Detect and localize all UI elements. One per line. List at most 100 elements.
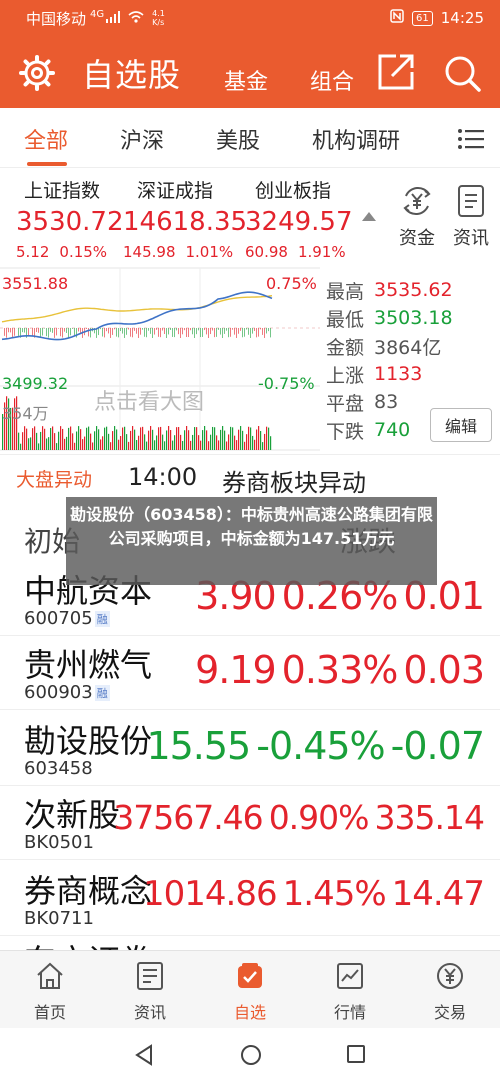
table-row[interactable]: 勘设股份 603458 15.55 -0.45% -0.07 — [0, 710, 500, 786]
breadth-bar — [52, 328, 53, 333]
index-card-shanghai[interactable]: 上证指数 3530.72 5.12 0.15% — [16, 176, 124, 261]
table-row[interactable]: 次新股 BK0501 37567.46 0.90% 335.14 — [0, 784, 500, 860]
tab-shanghai-shenzhen[interactable]: 沪深 — [120, 123, 164, 155]
volume-bar — [196, 427, 198, 450]
stock-values: 15.55 -0.45% -0.07 — [146, 724, 485, 768]
volume-bar — [260, 431, 262, 450]
chart-down-pct-label: -0.75% — [258, 374, 315, 393]
breadth-bar — [190, 328, 191, 331]
stat-label: 平盘 — [326, 392, 365, 415]
breadth-bar — [104, 328, 105, 338]
volume-bar — [248, 426, 250, 450]
partial-stock-row[interactable]: 东方证券 — [24, 936, 152, 950]
menu-icon[interactable] — [458, 128, 484, 150]
volume-bar — [174, 435, 176, 450]
search-icon[interactable] — [442, 53, 482, 93]
network-label: 4G — [90, 8, 105, 20]
volume-bar — [170, 430, 172, 450]
volume-bar — [112, 431, 114, 450]
index-change-pct: 0.15% — [59, 243, 108, 261]
nav-news[interactable]: 资讯 — [120, 961, 180, 1023]
tab-us-stocks[interactable]: 美股 — [216, 123, 260, 155]
combo-link[interactable]: 组合 — [310, 64, 354, 96]
breadth-bar — [80, 328, 81, 334]
stat-high: 最高 3535.62 — [326, 276, 496, 304]
volume-bar — [186, 426, 188, 450]
volume-bar — [68, 427, 70, 450]
news-button[interactable]: 资讯 — [446, 184, 496, 250]
table-row[interactable]: 贵州燃气 600903 融 9.19 0.33% 0.03 — [0, 634, 500, 710]
volume-bar — [90, 433, 92, 450]
breadth-bar — [68, 328, 69, 338]
breadth-bar — [188, 328, 189, 338]
stock-code: 600705 — [24, 608, 93, 629]
nav-market[interactable]: 行情 — [320, 961, 380, 1023]
fund-link[interactable]: 基金 — [224, 64, 268, 96]
back-icon[interactable] — [134, 1044, 154, 1066]
nav-trade[interactable]: 交易 — [420, 961, 480, 1023]
breadth-bar — [86, 328, 87, 330]
breadth-bar — [218, 328, 219, 330]
home-circle-icon[interactable] — [240, 1044, 262, 1066]
market-alert-bar[interactable]: 大盘异动 14:00 券商板块异动 — [0, 454, 500, 500]
tab-institutional-research[interactable]: 机构调研 — [312, 123, 400, 155]
volume-bar — [142, 426, 144, 450]
volume-bar — [66, 436, 68, 450]
volume-bar — [60, 426, 62, 450]
breadth-bar — [216, 328, 217, 337]
recents-icon[interactable] — [346, 1044, 366, 1064]
stock-name: 次新股 — [24, 796, 121, 834]
gear-icon[interactable] — [18, 54, 56, 92]
collapse-triangle-icon[interactable] — [362, 212, 376, 221]
stat-value: 3864亿 — [374, 336, 442, 359]
breadth-bar — [66, 328, 67, 334]
speed-unit: K/s — [152, 18, 165, 27]
volume-bar — [204, 426, 206, 450]
status-bar: 中国移动 4G 4.1 K/s 61 14:25 — [0, 0, 500, 36]
breadth-bar — [136, 328, 137, 334]
table-row[interactable]: 券商概念 BK0711 1014.86 1.45% 14.47 — [0, 860, 500, 936]
nfc-icon — [390, 9, 404, 27]
volume-bar — [236, 440, 238, 450]
breadth-bar — [222, 328, 223, 338]
volume-bar — [132, 426, 134, 450]
volume-bar — [124, 426, 126, 450]
volume-bar — [228, 434, 230, 450]
stock-code: BK0711 — [24, 908, 94, 929]
stock-values: 9.19 0.33% 0.03 — [195, 648, 485, 692]
volume-bar — [62, 428, 64, 450]
nav-home[interactable]: 首页 — [20, 961, 80, 1023]
breadth-bar — [58, 328, 59, 329]
breadth-bar — [6, 328, 7, 338]
nav-watchlist-label: 自选 — [233, 1003, 266, 1022]
breadth-bar — [224, 328, 225, 334]
stat-label: 最高 — [326, 280, 365, 303]
intraday-chart[interactable]: 3551.88 0.75% 3499.32 -0.75% 354万 点击看大图 — [0, 266, 320, 452]
document-icon — [446, 184, 496, 218]
tab-all[interactable]: 全部 — [24, 123, 68, 155]
index-name: 创业板指 — [255, 180, 332, 202]
nav-watchlist[interactable]: 自选 — [220, 961, 280, 1023]
breadth-bar — [256, 328, 257, 338]
breadth-bar — [270, 328, 271, 338]
index-change-pct: 1.01% — [185, 243, 234, 261]
breadth-bar — [50, 328, 51, 332]
breadth-bar — [186, 328, 187, 337]
breadth-bar — [164, 328, 165, 334]
index-card-shenzhen[interactable]: 深证成指 14618.35 145.98 1.01% — [123, 176, 247, 261]
stat-value: 3503.18 — [374, 307, 453, 329]
breadth-bar — [120, 328, 121, 332]
chart-low-label: 3499.32 — [2, 374, 69, 393]
volume-bar — [162, 434, 164, 450]
volume-bar — [138, 435, 140, 450]
alert-tag: 大盘异动 — [16, 469, 93, 491]
breadth-bar — [184, 328, 185, 331]
index-card-chinext[interactable]: 创业板指 3249.57 60.98 1.91% — [245, 176, 353, 261]
volume-bar — [258, 426, 260, 450]
edit-button[interactable]: 编辑 — [430, 408, 492, 442]
breadth-bar — [146, 328, 147, 338]
breadth-bar — [162, 328, 163, 331]
fund-flow-button[interactable]: 资金 — [392, 184, 442, 250]
share-icon[interactable] — [376, 52, 416, 92]
volume-bar — [46, 438, 48, 450]
